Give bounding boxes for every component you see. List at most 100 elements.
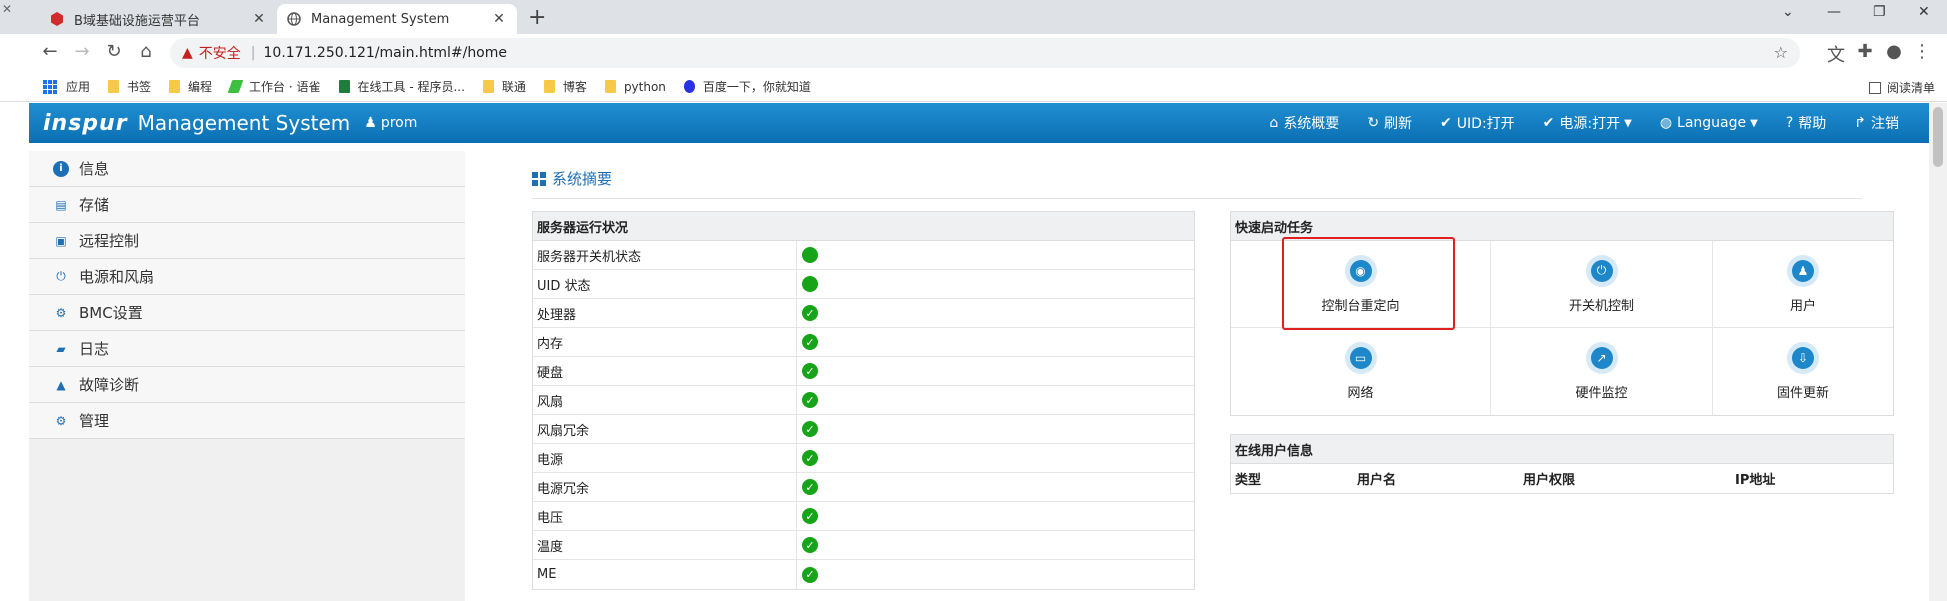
current-user: prom	[380, 115, 418, 131]
status-value	[797, 241, 1194, 269]
bookmark-label: 工作台 · 语雀	[249, 80, 321, 94]
status-dot-icon	[802, 276, 818, 292]
restore-icon[interactable]: ❐	[1873, 4, 1886, 20]
check-circle-icon: ✓	[802, 305, 818, 321]
status-row: 处理器 ✓	[533, 299, 1194, 328]
globe-icon: ◍	[1659, 115, 1673, 131]
status-value: ✓	[797, 328, 1194, 356]
panel-title: 在线用户信息	[1231, 435, 1893, 464]
bookmark-label: 应用	[66, 80, 91, 94]
status-label: 处理器	[533, 299, 797, 327]
main-content: 系统摘要 服务器运行状况 服务器开关机状态 UID 状态 处理器 ✓ 内存 ✓ 硬盘 ✓ 风扇 ✓…	[465, 151, 1929, 601]
tab-close-icon[interactable]: ✕	[491, 11, 507, 27]
check-circle-icon: ✓	[802, 450, 818, 466]
dashboard-icon	[532, 171, 546, 186]
corner-close-icon[interactable]: ✕	[2, 2, 12, 16]
new-tab-button[interactable]: +	[528, 5, 546, 30]
forward-icon[interactable]: →	[70, 41, 94, 62]
task-label: 开关机控制	[1568, 298, 1634, 314]
status-row: 电压 ✓	[533, 502, 1194, 531]
nav-refresh[interactable]: ↻ 刷新	[1367, 113, 1412, 133]
nav-logout[interactable]: ↱ 注销	[1854, 113, 1899, 133]
url-text[interactable]: 10.171.250.121/main.html#/home	[264, 45, 508, 61]
status-value	[797, 270, 1194, 298]
task-network[interactable]: ▭ 网络	[1231, 328, 1491, 415]
sidebar-item-storage[interactable]: ▤ 存储	[29, 187, 465, 223]
address-bar[interactable]: ▲ 不安全 | 10.171.250.121/main.html#/home ☆	[170, 38, 1800, 68]
bookmark-link[interactable]: 工作台 · 语雀	[227, 78, 321, 95]
power-icon: ⏻	[56, 269, 66, 283]
nav-language[interactable]: ◍ Language ▼	[1660, 115, 1758, 131]
status-label: 风扇	[533, 386, 797, 414]
reading-list[interactable]: 阅读清单	[1868, 79, 1935, 96]
status-label: 内存	[533, 328, 797, 356]
quick-launch-panel: 快速启动任务 ◉ 控制台重定向 ⏻ 开关机控制 ♟ 用户 ▭ 网络 ↗ 硬件监控 ⇩ 固件更…	[1230, 211, 1894, 416]
app-header: inspur Management System ♟ prom ⌂ 系统概要 ↻ 刷…	[29, 103, 1929, 143]
nav-help[interactable]: ? 帮助	[1786, 113, 1826, 133]
task-hardware-monitor[interactable]: ↗ 硬件监控	[1491, 328, 1713, 415]
bookmark-folder[interactable]: python	[604, 79, 666, 94]
sidebar-item-remote[interactable]: ▣ 远程控制	[29, 223, 465, 259]
bookmark-link[interactable]: 百度一下，你就知道	[683, 78, 811, 95]
status-row: ME ✓	[533, 560, 1194, 589]
back-icon[interactable]: ←	[38, 41, 62, 62]
folder-icon	[482, 80, 494, 93]
page-title: 系统摘要	[552, 170, 613, 188]
warning-icon: ▲	[56, 377, 66, 392]
bookmark-apps[interactable]: 应用	[66, 78, 90, 95]
bookmark-label: 博客	[562, 80, 587, 94]
sidebar-item-power-fan[interactable]: ⏻ 电源和风扇	[29, 259, 465, 295]
task-users[interactable]: ♟ 用户	[1713, 241, 1893, 328]
bookmark-folder[interactable]: 博客	[543, 78, 587, 95]
menu-icon[interactable]: ⋮	[1910, 41, 1934, 62]
bookmark-folder[interactable]: 书签	[108, 78, 151, 95]
sidebar-item-log[interactable]: ▰ 日志	[29, 331, 465, 367]
nav-power[interactable]: ✔ 电源:打开 ▼	[1543, 113, 1632, 133]
browser-tab-2[interactable]: Management System ✕	[277, 4, 517, 34]
tab-search-icon[interactable]: ⌄	[1782, 4, 1794, 20]
bookmark-link[interactable]: 在线工具 - 程序员...	[338, 78, 465, 95]
check-icon: ✔	[1542, 115, 1555, 131]
reading-list-label: 阅读清单	[1886, 81, 1935, 95]
check-circle-icon: ✓	[802, 363, 818, 379]
page-scrollbar[interactable]	[1929, 103, 1947, 601]
window-close-icon[interactable]: ✕	[1918, 4, 1930, 20]
bookmark-folder[interactable]: 编程	[169, 78, 212, 95]
check-circle-icon: ✓	[802, 392, 818, 408]
bookmark-label: python	[623, 79, 666, 94]
translate-icon[interactable]: 文	[1824, 41, 1848, 67]
status-label: 电源冗余	[533, 473, 797, 501]
apps-icon[interactable]	[43, 80, 57, 94]
leaf-icon	[227, 80, 244, 93]
extensions-icon[interactable]: ✚	[1853, 41, 1877, 62]
bookmarks-bar: 应用 书签 编程 工作台 · 语雀 在线工具 - 程序员... 联通 博客 py…	[0, 72, 1947, 102]
sidebar-item-info[interactable]: i 信息	[29, 151, 465, 187]
minimize-icon[interactable]: —	[1827, 4, 1841, 20]
profile-icon[interactable]: ●	[1882, 41, 1906, 62]
status-row: 服务器开关机状态	[533, 241, 1194, 270]
bookmark-star-icon[interactable]: ☆	[1774, 43, 1788, 62]
storage-icon: ▤	[55, 197, 67, 212]
sidebar-item-diagnosis[interactable]: ▲ 故障诊断	[29, 367, 465, 403]
warning-icon: ▲	[182, 45, 193, 61]
nav-uid[interactable]: ✔ UID:打开	[1440, 113, 1515, 133]
reload-icon[interactable]: ↻	[102, 41, 126, 62]
task-firmware-update[interactable]: ⇩ 固件更新	[1713, 328, 1893, 415]
status-dot-icon	[802, 247, 818, 263]
tab-close-icon[interactable]: ✕	[251, 11, 267, 27]
browser-tab-1[interactable]: B域基础设施运营平台 ✕	[40, 4, 277, 34]
table-header: 类型 用户名 用户权限 IP地址	[1231, 464, 1893, 493]
nav-system-overview[interactable]: ⌂ 系统概要	[1269, 113, 1339, 133]
status-row: 电源 ✓	[533, 444, 1194, 473]
task-power-control[interactable]: ⏻ 开关机控制	[1491, 241, 1713, 328]
scrollbar-thumb[interactable]	[1933, 107, 1943, 167]
chart-icon: ↗	[1585, 342, 1618, 374]
home-icon[interactable]: ⌂	[134, 41, 158, 62]
bookmark-folder[interactable]: 联通	[482, 78, 526, 95]
sidebar-item-admin[interactable]: ⚙ 管理	[29, 403, 465, 439]
sidebar-item-bmc[interactable]: ⚙ BMC设置	[29, 295, 465, 331]
security-label[interactable]: 不安全	[199, 43, 241, 63]
task-console-redirect[interactable]: ◉ 控制台重定向	[1231, 241, 1491, 328]
folder-icon	[108, 80, 120, 93]
refresh-icon: ↻	[1367, 115, 1380, 131]
